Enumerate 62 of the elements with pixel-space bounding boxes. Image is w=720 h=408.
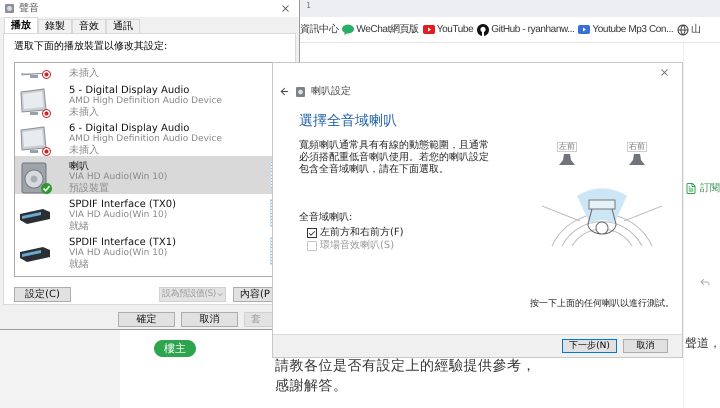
device-driver: AMD High Definition Audio Device: [69, 96, 222, 106]
tab[interactable]: 通訊: [106, 19, 140, 33]
speaker-icon: [296, 86, 305, 96]
audio-interface-icon: [19, 207, 51, 225]
instruction-text: 選取下面的播放裝置以修改其設定:: [14, 42, 168, 54]
checkbox-option[interactable]: 左前方和右前方(F): [307, 228, 504, 238]
tab-title[interactable]: 1: [306, 0, 312, 12]
close-icon[interactable]: [659, 67, 670, 78]
tab[interactable]: 音效: [72, 19, 106, 33]
bookmark-link[interactable]: YouTube: [422, 22, 474, 37]
group-label: 全音域喇叭:: [299, 210, 354, 225]
tab[interactable]: 播放: [4, 17, 38, 33]
tab[interactable]: 錄製: [38, 19, 72, 33]
configure-button[interactable]: 設定(C): [14, 287, 71, 302]
close-icon[interactable]: [280, 3, 291, 14]
bookmark-link[interactable]: WeChat網頁版: [342, 22, 419, 37]
post-text: 聲道，: [685, 335, 720, 352]
window-title: 聲音: [19, 2, 39, 16]
speaker-label: 左前: [557, 142, 577, 152]
device-status: 未插入: [69, 107, 100, 118]
globe-icon: [677, 24, 690, 36]
device-name: SPDIF Interface (TX1): [69, 237, 176, 248]
bookmark-link[interactable]: GitHub - ryanhanw...: [477, 22, 574, 37]
subscribe-icon[interactable]: [685, 182, 697, 195]
post-text: 請教各位是否有設定上的經驗提供參考，: [275, 357, 537, 376]
device-status: 就緒: [69, 259, 90, 270]
device-driver: AMD High Definition Audio Device: [69, 134, 222, 144]
device-name: 喇叭: [69, 161, 90, 172]
chat-bubble-icon: [342, 24, 354, 35]
bookmark-link[interactable]: 資訊中心: [300, 22, 338, 37]
device-status: 未插入: [69, 68, 99, 79]
device-name: 6 - Digital Display Audio: [69, 123, 190, 134]
device-status: 就緒: [69, 221, 90, 232]
device-driver: VIA HD Audio(Win 10): [69, 248, 168, 258]
speaker-icon[interactable]: [559, 154, 575, 166]
dialog-button[interactable]: 取消: [181, 312, 238, 327]
checkmark-icon: [308, 228, 316, 238]
back-icon[interactable]: [279, 86, 290, 97]
bookmark-link[interactable]: Youtube Mp3 Con...: [578, 22, 674, 37]
audio-interface-icon: [19, 245, 51, 263]
device-status: 未插入: [69, 145, 100, 156]
wizard-button[interactable]: 下一步(N): [562, 339, 617, 353]
author-badge: 樓主: [154, 340, 196, 357]
device-name: 5 - Digital Display Audio: [69, 85, 190, 96]
speaker-icon[interactable]: [629, 154, 645, 166]
speaker-label: 右前: [627, 142, 647, 152]
dialog-button[interactable]: 確定: [118, 312, 175, 327]
window-title: 喇叭設定: [311, 84, 351, 99]
post-text: 感謝解答。: [275, 377, 348, 396]
heading: 選擇全音域喇叭: [299, 114, 398, 128]
test-hint: 按一下上面的任何喇叭以進行測試。: [530, 298, 674, 311]
description-text: 寬頻喇叭通常具有有線的動態範圍，且通常必須搭配重低音喇叭使用。若您的喇叭設定包含全音域喇叭，請在下面選取。: [299, 140, 490, 176]
video-icon: [578, 25, 590, 34]
bookmark-link[interactable]: 山: [677, 22, 701, 37]
subscribe-link[interactable]: 訂閱: [700, 181, 720, 196]
device-driver: VIA HD Audio(Win 10): [69, 210, 168, 220]
play-icon: [422, 25, 435, 34]
wizard-button[interactable]: 取消: [623, 339, 668, 353]
device-driver: VIA HD Audio(Win 10): [69, 172, 168, 182]
device-status: 預設裝置: [69, 183, 110, 194]
device-name: SPDIF Interface (TX0): [69, 199, 176, 210]
speaker-icon: [4, 3, 15, 14]
